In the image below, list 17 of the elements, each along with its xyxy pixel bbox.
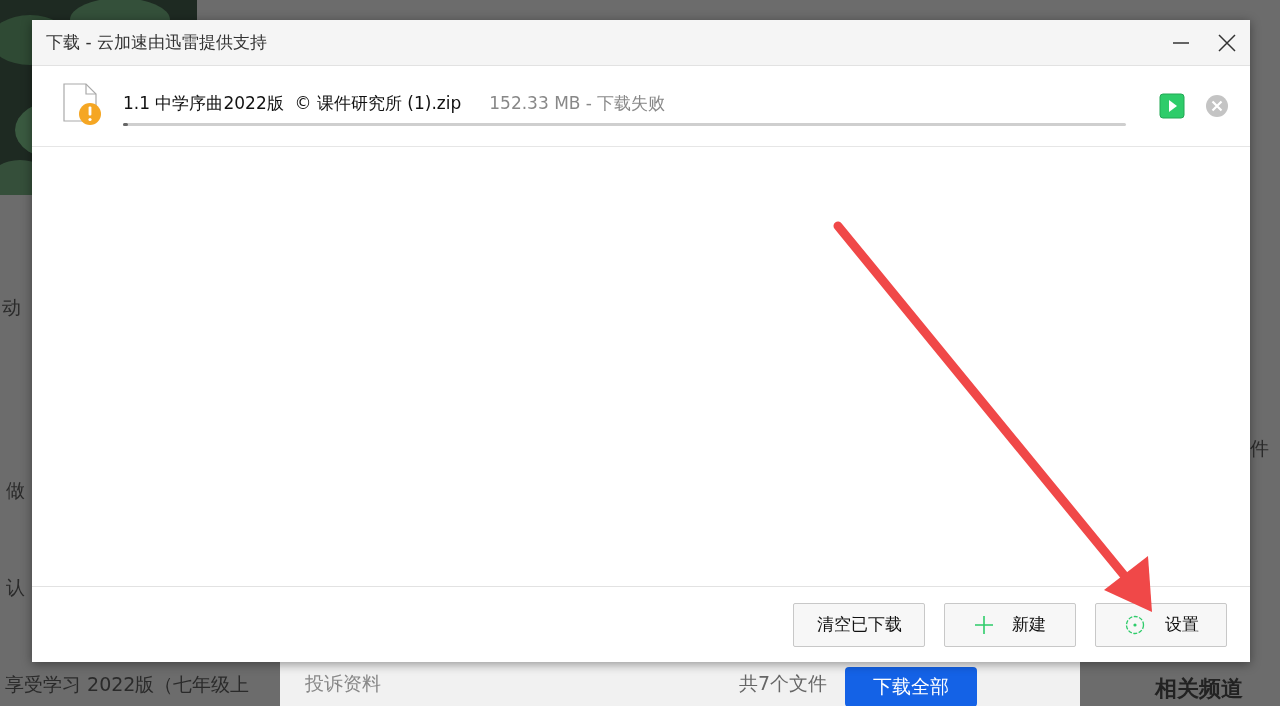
sidebar-text: 做: [5, 478, 26, 502]
background-text: 件: [1250, 436, 1269, 461]
close-icon[interactable]: [1218, 33, 1236, 52]
course-title: 享受学习 2022版（七年级上: [4, 672, 251, 697]
section-heading: 相关频道: [1155, 675, 1243, 703]
sidebar-text: 动: [1, 295, 22, 319]
file-status: 152.33 MB - 下载失败: [489, 92, 666, 115]
file-count: 共7个文件: [738, 671, 827, 696]
new-button[interactable]: 新建: [944, 602, 1076, 647]
sidebar-text: 认: [5, 575, 26, 599]
clear-button[interactable]: 清空已下载: [793, 602, 925, 647]
file-name: 1.1 中学序曲2022版 © 课件研究所 (1).zip: [123, 92, 462, 115]
play-button[interactable]: [1159, 93, 1185, 119]
download-all-button[interactable]: 下载全部: [845, 667, 977, 706]
settings-button[interactable]: 设置: [1095, 602, 1227, 647]
window-title: 下载 - 云加速由迅雷提供支持: [46, 31, 267, 54]
plus-icon: [974, 614, 994, 635]
